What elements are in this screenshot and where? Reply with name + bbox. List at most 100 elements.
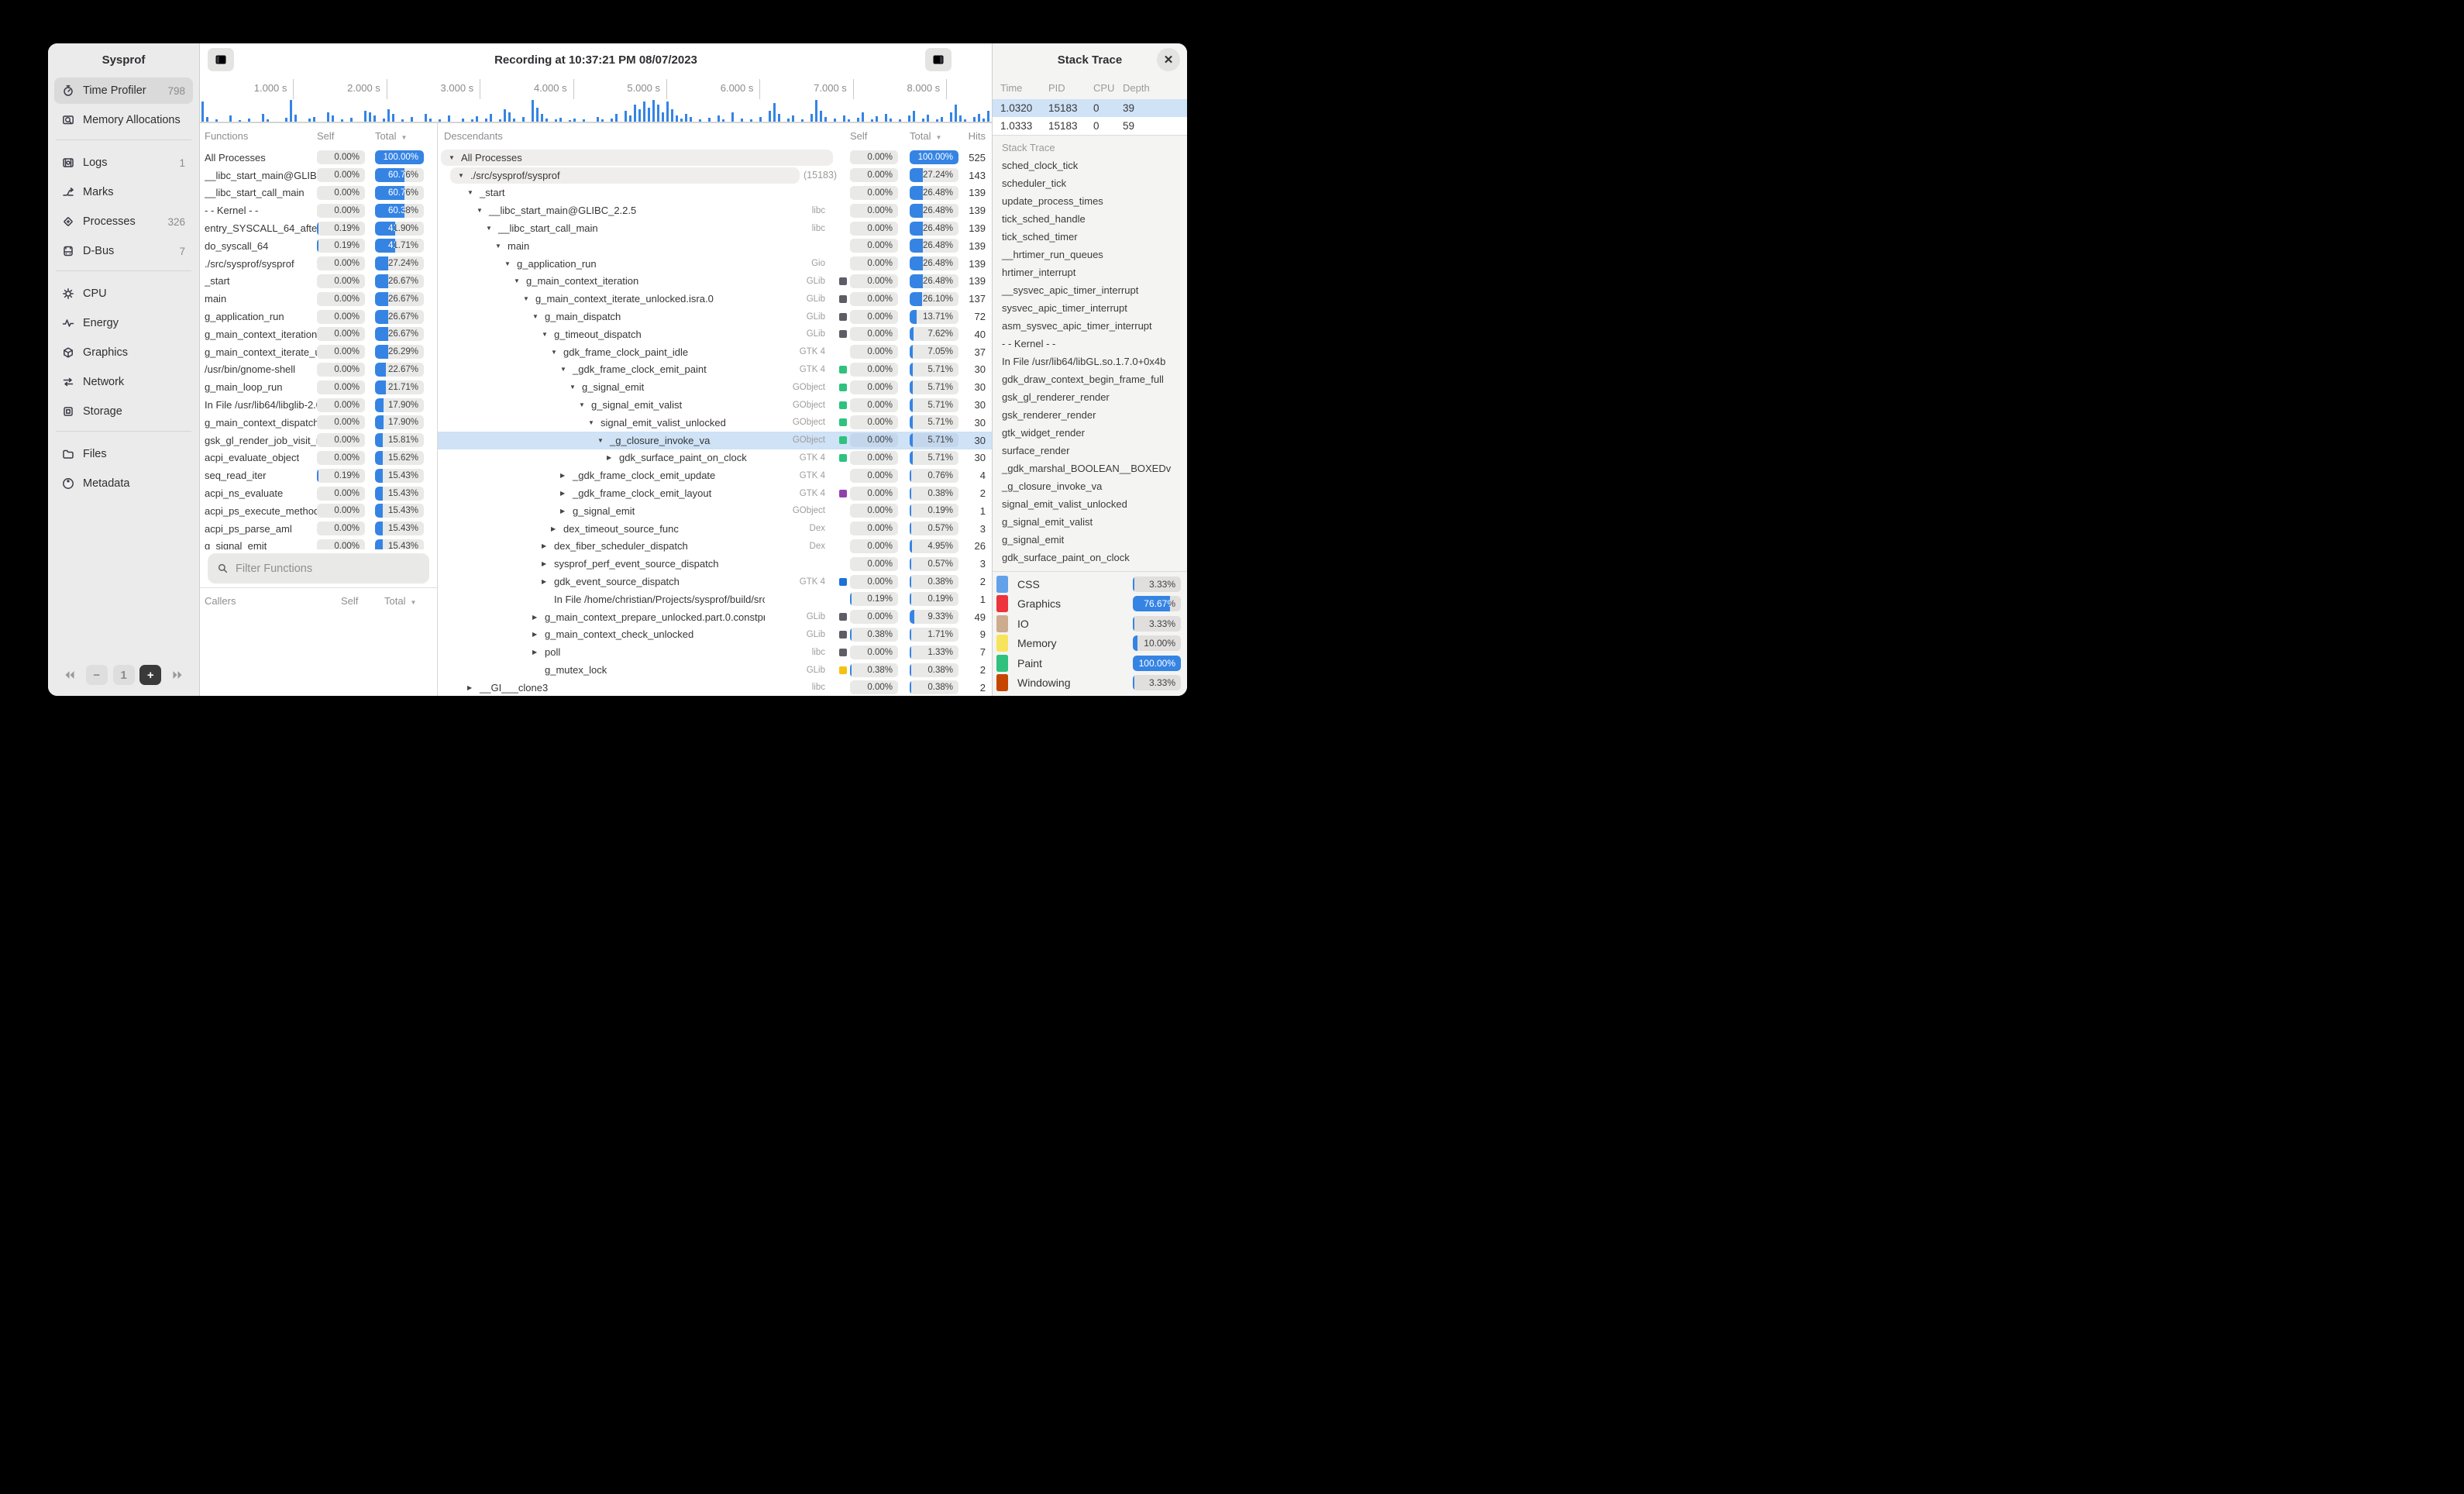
timeline-ruler[interactable]: 1.000 s2.000 s3.000 s4.000 s5.000 s6.000… [200, 76, 992, 99]
stack-frame[interactable]: tick_sched_handle [993, 210, 1187, 228]
descendant-row[interactable]: ▼g_main_context_iterationGLib0.00%26.48%… [438, 273, 992, 291]
expander-closed-icon[interactable]: ▶ [532, 614, 545, 621]
expander-open-icon[interactable]: ▼ [532, 313, 545, 320]
descendant-row[interactable]: ▶sysprof_perf_event_source_dispatch0.00%… [438, 555, 992, 573]
expander-closed-icon[interactable]: ▶ [607, 454, 619, 461]
cpu-column-header[interactable]: CPU [1093, 82, 1123, 94]
sidebar-item-files[interactable]: Files [54, 441, 193, 467]
sidebar-item-graphics[interactable]: Graphics [54, 339, 193, 366]
skip-forward-button[interactable] [167, 665, 188, 685]
stack-frame[interactable]: __hrtimer_run_queues [993, 246, 1187, 263]
expander-open-icon[interactable]: ▼ [542, 331, 554, 338]
stack-frame[interactable]: gdk_draw_context_begin_frame_full [993, 370, 1187, 388]
descendant-row[interactable]: ▼_start0.00%26.48%26.48%139 [438, 184, 992, 202]
descendant-row[interactable]: ▼g_main_context_iterate_unlocked.isra.0G… [438, 290, 992, 308]
stack-frame[interactable]: gdk_surface_paint_on_clock [993, 549, 1187, 566]
function-row[interactable]: acpi_evaluate_object0.00%15.62%15.62% [200, 449, 437, 467]
expander-closed-icon[interactable]: ▶ [551, 525, 563, 532]
depth-column-header[interactable]: Depth [1123, 82, 1187, 94]
function-row[interactable]: - - Kernel - -0.00%60.38%60.38% [200, 201, 437, 219]
descendants-column-header[interactable]: Descendants [444, 130, 765, 142]
expander-open-icon[interactable]: ▼ [579, 401, 591, 408]
zoom-level[interactable]: 1 [113, 665, 135, 685]
stack-frame[interactable]: g_signal_emit [993, 531, 1187, 549]
stack-frame[interactable]: hrtimer_interrupt [993, 263, 1187, 281]
function-row[interactable]: _start0.00%26.67%26.67% [200, 273, 437, 291]
stack-sample-row[interactable]: 1.032015183039 [993, 99, 1187, 117]
function-row[interactable]: g_application_run0.00%26.67%26.67% [200, 308, 437, 325]
function-row[interactable]: acpi_ps_execute_method0.00%15.43%15.43% [200, 502, 437, 520]
stack-frame[interactable]: In File /usr/lib64/libGL.so.1.7.0+0x4b [993, 353, 1187, 370]
function-row[interactable]: ./src/sysprof/sysprof0.00%27.24%27.24% [200, 255, 437, 273]
pid-column-header[interactable]: PID [1048, 82, 1093, 94]
skip-back-button[interactable] [59, 665, 81, 685]
stack-frame[interactable]: update_process_times [993, 192, 1187, 210]
expander-open-icon[interactable]: ▼ [514, 277, 526, 284]
stack-frame[interactable]: g_signal_emit_valist [993, 513, 1187, 531]
descendant-row[interactable]: In File /home/christian/Projects/sysprof… [438, 590, 992, 608]
stack-frame[interactable]: gtk_widget_render [993, 424, 1187, 442]
expander-open-icon[interactable]: ▼ [467, 189, 480, 196]
descendant-row[interactable]: ▼g_signal_emitGObject0.00%5.71%5.71%30 [438, 378, 992, 396]
function-row[interactable]: acpi_ps_parse_aml0.00%15.43%15.43% [200, 520, 437, 538]
descendant-row[interactable]: ▶gdk_surface_paint_on_clockGTK 40.00%5.7… [438, 449, 992, 467]
sidebar-item-d-bus[interactable]: D-Bus7 [54, 238, 193, 264]
expander-closed-icon[interactable]: ▶ [542, 542, 554, 549]
stack-sample-row[interactable]: 1.033315183059 [993, 117, 1187, 135]
descendant-row[interactable]: ▶dex_timeout_source_funcDex0.00%0.57%0.5… [438, 520, 992, 538]
stack-frame[interactable]: sched_clock_tick [993, 157, 1187, 174]
expander-open-icon[interactable]: ▼ [486, 225, 498, 232]
function-row[interactable]: seq_read_iter0.19%0.19%15.43%15.43% [200, 466, 437, 484]
function-row[interactable]: __libc_start_call_main0.00%60.76%60.76% [200, 184, 437, 202]
descendant-row[interactable]: ▼_g_closure_invoke_vaGObject0.00%5.71%5.… [438, 432, 992, 449]
descendants-self-column-header[interactable]: Self [850, 130, 898, 142]
zoom-out-button[interactable]: − [86, 665, 108, 685]
expander-open-icon[interactable]: ▼ [588, 419, 601, 426]
filter-functions-input[interactable] [236, 563, 420, 575]
callers-total-column-header[interactable]: Total▼ [384, 595, 429, 607]
stack-frame[interactable]: tick_sched_timer [993, 228, 1187, 246]
descendant-row[interactable]: ▶_gdk_frame_clock_emit_layoutGTK 40.00%0… [438, 484, 992, 502]
stack-frame[interactable]: scheduler_tick [993, 174, 1187, 192]
sidebar-item-marks[interactable]: Marks [54, 179, 193, 205]
expander-closed-icon[interactable]: ▶ [542, 578, 554, 585]
descendant-row[interactable]: ▼g_signal_emit_valistGObject0.00%5.71%5.… [438, 396, 992, 414]
sidebar-item-cpu[interactable]: CPU [54, 281, 193, 307]
expander-open-icon[interactable]: ▼ [551, 349, 563, 356]
descendant-row[interactable]: ▼g_main_dispatchGLib0.00%13.71%13.71%72 [438, 308, 992, 325]
descendant-row[interactable]: ▶_gdk_frame_clock_emit_updateGTK 40.00%0… [438, 466, 992, 484]
function-row[interactable]: main0.00%26.67%26.67% [200, 290, 437, 308]
sidebar-item-processes[interactable]: Processes326 [54, 208, 193, 235]
function-row[interactable]: do_syscall_640.19%0.19%41.71%41.71% [200, 237, 437, 255]
descendant-row[interactable]: ▶polllibc0.00%1.33%1.33%7 [438, 643, 992, 661]
expander-open-icon[interactable]: ▼ [458, 172, 470, 179]
expander-closed-icon[interactable]: ▶ [467, 684, 480, 691]
function-row[interactable]: acpi_ns_evaluate0.00%15.43%15.43% [200, 484, 437, 502]
callers-column-header[interactable]: Callers [205, 595, 341, 607]
expander-closed-icon[interactable]: ▶ [532, 631, 545, 638]
stack-frame[interactable]: surface_render [993, 442, 1187, 460]
stack-frame[interactable]: gsk_gl_renderer_render [993, 388, 1187, 406]
descendant-row[interactable]: g_mutex_lockGLib0.38%0.38%0.38%0.38%2 [438, 661, 992, 679]
function-row[interactable]: All Processes0.00%100.00%100.00% [200, 149, 437, 167]
expander-closed-icon[interactable]: ▶ [560, 508, 573, 515]
cpu-activity-graph[interactable] [200, 99, 992, 123]
self-column-header[interactable]: Self [317, 130, 365, 142]
stack-frame[interactable]: __sysvec_apic_timer_interrupt [993, 281, 1187, 299]
total-column-header[interactable]: Total▼ [375, 130, 424, 142]
callers-self-column-header[interactable]: Self [341, 595, 384, 607]
descendant-row[interactable]: ▼signal_emit_valist_unlockedGObject0.00%… [438, 414, 992, 432]
stack-frame[interactable]: gsk_renderer_render [993, 406, 1187, 424]
expander-open-icon[interactable]: ▼ [504, 260, 517, 267]
descendant-row[interactable]: ▼gdk_frame_clock_paint_idleGTK 40.00%7.0… [438, 343, 992, 361]
sidebar-item-metadata[interactable]: Metadata [54, 470, 193, 497]
descendant-row[interactable]: ▼g_timeout_dispatchGLib0.00%7.62%7.62%40 [438, 325, 992, 343]
expander-closed-icon[interactable]: ▶ [532, 649, 545, 656]
expander-closed-icon[interactable]: ▶ [560, 490, 573, 497]
function-row[interactable]: g_main_context_iteration0.00%26.67%26.67… [200, 325, 437, 343]
descendant-row[interactable]: ▼All Processes0.00%100.00%100.00%525 [438, 149, 992, 167]
stack-frame[interactable]: signal_emit_valist_unlocked [993, 495, 1187, 513]
toggle-panel-button[interactable] [925, 48, 952, 71]
descendants-total-column-header[interactable]: Total▼ [910, 130, 958, 142]
expander-open-icon[interactable]: ▼ [477, 207, 489, 214]
